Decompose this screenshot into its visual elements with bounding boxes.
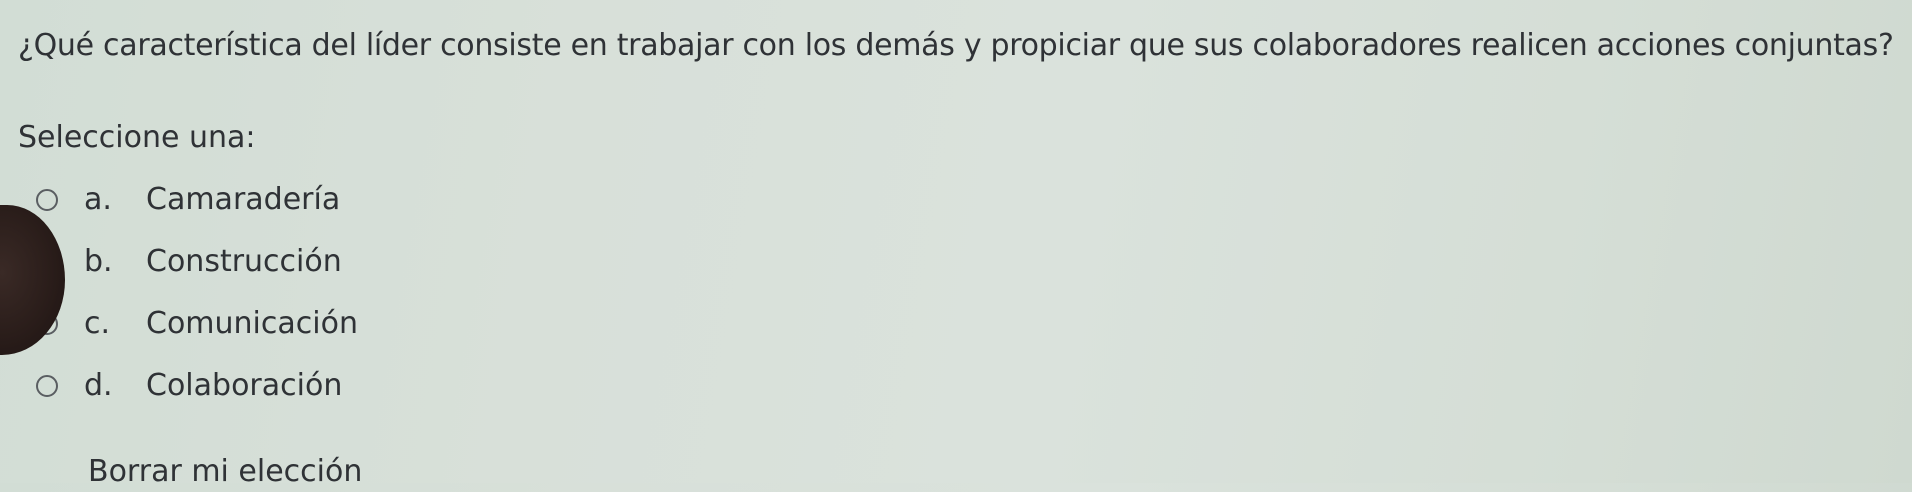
option-label: Camaradería bbox=[146, 182, 341, 217]
answer-options: a. Camaradería b. Construcción c. Comuni… bbox=[0, 0, 1912, 483]
radio-button-d[interactable] bbox=[36, 375, 58, 397]
radio-button-a[interactable] bbox=[36, 189, 58, 211]
option-letter: a. bbox=[84, 182, 112, 217]
option-a[interactable]: a. Camaradería bbox=[36, 178, 340, 222]
option-d[interactable]: d. Colaboración bbox=[36, 364, 342, 408]
option-b[interactable]: b. Construcción bbox=[36, 240, 342, 284]
option-label: Comunicación bbox=[146, 306, 358, 341]
option-letter: d. bbox=[84, 368, 113, 403]
option-letter: b. bbox=[84, 244, 113, 279]
radio-button-c[interactable] bbox=[36, 313, 58, 335]
option-label: Colaboración bbox=[146, 368, 343, 403]
clear-choice-link[interactable]: Borrar mi elección bbox=[88, 452, 362, 492]
option-letter: c. bbox=[84, 306, 111, 341]
option-c[interactable]: c. Comunicación bbox=[36, 302, 358, 346]
radio-button-b[interactable] bbox=[36, 251, 58, 273]
option-label: Construcción bbox=[146, 244, 342, 279]
